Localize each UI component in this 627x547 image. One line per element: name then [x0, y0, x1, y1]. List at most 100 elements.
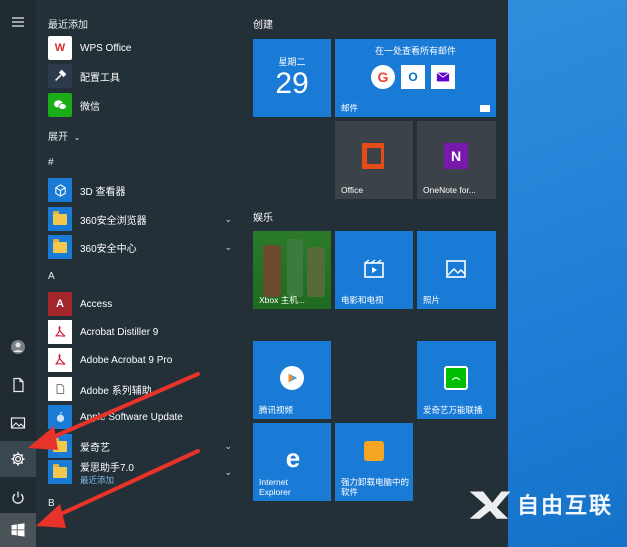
tile-label: 邮件: [341, 103, 359, 113]
google-icon: G: [371, 65, 395, 89]
picture-icon: [10, 417, 26, 429]
tools-icon: [48, 64, 72, 88]
uninstall-tool-icon: [364, 441, 384, 461]
document-icon: [48, 377, 72, 401]
minecraft-figure-image: [287, 239, 303, 297]
tile-label: 强力卸载电脑中的软件: [341, 477, 410, 497]
wechat-icon: [48, 93, 72, 117]
tile-group-create: 创建: [253, 20, 273, 31]
tile-office[interactable]: Office: [335, 121, 413, 199]
tile-label: 爱奇艺万能联播: [423, 405, 483, 415]
photo-icon: [446, 260, 466, 278]
hamburger-icon: [12, 17, 24, 27]
app-item-label: 3D 查看器: [80, 186, 126, 198]
app-item-aisi-assistant[interactable]: 爱思助手7.0 最近添加 ⌄: [48, 459, 238, 485]
app-item-label: WPS Office: [80, 42, 132, 54]
tile-label: 电影和电视: [341, 295, 384, 305]
app-item-label: 微信: [80, 101, 100, 113]
tile-xbox[interactable]: Xbox 主机...: [253, 231, 331, 309]
app-item-iqiyi[interactable]: 爱奇艺 ⌄: [48, 433, 238, 459]
folder-icon: [48, 207, 72, 231]
section-header-a[interactable]: A: [48, 271, 55, 282]
tile-internet-explorer[interactable]: e Internet Explorer: [253, 423, 331, 501]
tile-iqiyi-cast[interactable]: 爱奇艺万能联播: [417, 341, 496, 419]
acrobat-icon: [48, 348, 72, 372]
expand-label: 展开: [48, 132, 68, 143]
tile-label: Xbox 主机...: [259, 295, 305, 305]
watermark-logo-icon: [469, 491, 511, 519]
onenote-icon: N: [444, 143, 468, 169]
desktop-background: [508, 0, 627, 547]
tencent-video-icon: [280, 366, 304, 390]
app-item-label: Adobe Acrobat 9 Pro: [80, 354, 173, 366]
tile-tencent-video[interactable]: 腾讯视频: [253, 341, 331, 419]
tile-uninstall-tool[interactable]: 强力卸载电脑中的软件: [335, 423, 413, 501]
minecraft-figure-image: [307, 247, 325, 297]
chevron-down-icon: ⌄: [224, 441, 232, 451]
wps-icon: W: [48, 36, 72, 60]
iqiyi-cast-icon: [444, 366, 468, 390]
app-item-access[interactable]: A Access: [48, 291, 238, 317]
calendar-date: 29: [275, 67, 309, 100]
app-item-config-tool[interactable]: 配置工具: [48, 63, 238, 89]
windows-start-button[interactable]: [0, 513, 36, 547]
power-icon: [12, 491, 24, 504]
app-item-3d-viewer[interactable]: 3D 查看器: [48, 177, 238, 203]
power-button[interactable]: [0, 480, 36, 516]
app-item-label: 配置工具: [80, 72, 120, 84]
tile-area: 创建 星期二 29 在一处查看所有邮件 G O 邮件 Office N OneN…: [244, 0, 508, 547]
acrobat-icon: [48, 320, 72, 344]
app-item-apple-update[interactable]: Apple Software Update: [48, 404, 238, 430]
tile-calendar[interactable]: 星期二 29: [253, 39, 331, 117]
chevron-down-icon: ⌄: [224, 242, 232, 252]
folder-icon: [48, 460, 72, 484]
minecraft-figure-image: [263, 245, 281, 297]
office-icon: [362, 143, 384, 169]
tile-group-entertainment: 娱乐: [253, 213, 273, 224]
hamburger-menu-button[interactable]: [0, 4, 36, 40]
mail-header: 在一处查看所有邮件: [374, 46, 456, 56]
chevron-down-icon: ⌄: [73, 133, 81, 142]
apple-icon: [48, 405, 72, 429]
access-icon: A: [48, 292, 72, 316]
app-list: 最近添加 W WPS Office 配置工具 微信 展开 ⌄ # 3D 查看器 …: [36, 0, 244, 547]
app-item-wechat[interactable]: 微信: [48, 92, 238, 118]
folder-icon: [48, 434, 72, 458]
expand-button[interactable]: 展开 ⌄: [48, 128, 80, 143]
app-item-360-browser[interactable]: 360安全浏览器 ⌄: [48, 206, 238, 232]
watermark: 自由互联: [467, 487, 613, 521]
start-rail: [0, 0, 36, 547]
internet-explorer-icon: e: [285, 443, 301, 473]
yahoo-mail-icon: [431, 65, 455, 89]
cube-icon: [48, 178, 72, 202]
app-item-360-security[interactable]: 360安全中心 ⌄: [48, 234, 238, 260]
user-account-button[interactable]: [0, 329, 36, 365]
recently-added-badge: 最近添加: [80, 474, 115, 485]
pictures-button[interactable]: [0, 405, 36, 441]
tile-photos[interactable]: 照片: [417, 231, 496, 309]
tile-onenote[interactable]: N OneNote for...: [417, 121, 496, 199]
app-item-label: 爱思助手7.0: [80, 462, 134, 474]
tile-label: OneNote for...: [423, 185, 476, 195]
tile-label: Office: [341, 185, 364, 195]
tile-label: Internet Explorer: [259, 477, 291, 497]
tile-movies-tv[interactable]: 电影和电视: [335, 231, 413, 309]
app-item-adobe-helper[interactable]: Adobe 系列辅助: [48, 376, 238, 402]
tile-mail[interactable]: 在一处查看所有邮件 G O 邮件: [335, 39, 496, 117]
app-item-adobe-acrobat-9[interactable]: Adobe Acrobat 9 Pro: [48, 347, 238, 373]
app-item-label: Acrobat Distiller 9: [80, 326, 159, 338]
section-header-b[interactable]: B: [48, 498, 55, 509]
section-header-hash[interactable]: #: [48, 157, 54, 168]
app-item-wps[interactable]: W WPS Office: [48, 35, 238, 61]
gear-icon: [11, 452, 25, 466]
documents-button[interactable]: [0, 367, 36, 403]
windows-logo-icon: [11, 523, 25, 537]
app-item-acrobat-distiller[interactable]: Acrobat Distiller 9: [48, 319, 238, 345]
outlook-icon: O: [401, 65, 425, 89]
app-item-label: Apple Software Update: [80, 411, 183, 423]
app-item-label: Adobe 系列辅助: [80, 385, 152, 397]
recent-header: 最近添加: [48, 20, 88, 31]
settings-button[interactable]: [0, 441, 36, 477]
document-icon: [13, 377, 24, 393]
film-icon: [364, 259, 384, 278]
